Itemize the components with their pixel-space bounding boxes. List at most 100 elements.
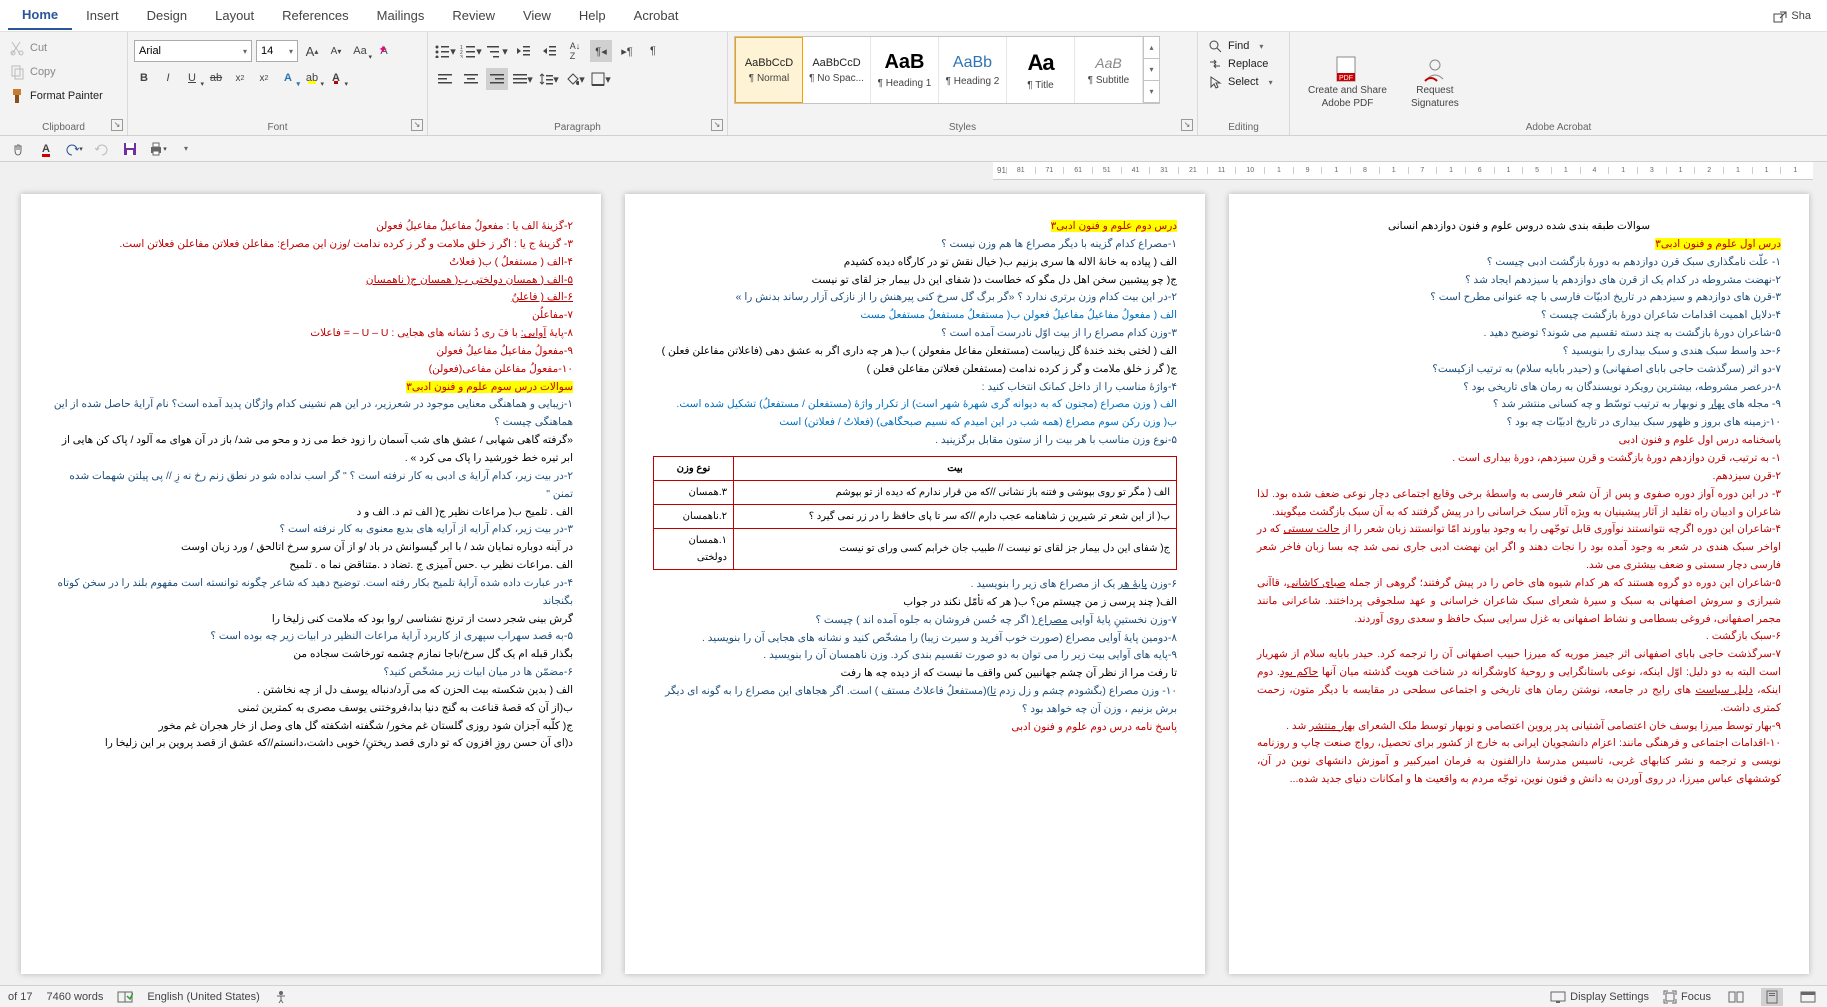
request-signatures-button[interactable]: Request Signatures xyxy=(1399,36,1471,133)
increase-indent-button[interactable] xyxy=(538,40,560,62)
language-indicator[interactable]: English (United States) xyxy=(147,991,260,1003)
decrease-indent-button[interactable] xyxy=(512,40,534,62)
qat-undo[interactable]: ▾ xyxy=(64,140,84,158)
grow-font-button[interactable]: A▴ xyxy=(302,41,322,61)
line-spacing-icon xyxy=(539,72,553,86)
numbering-button[interactable]: 123▾ xyxy=(460,40,482,62)
focus-button[interactable]: Focus xyxy=(1663,990,1711,1004)
tab-acrobat[interactable]: Acrobat xyxy=(620,2,693,29)
print-layout-button[interactable] xyxy=(1761,988,1783,1006)
format-painter-button[interactable]: Format Painter xyxy=(6,86,107,106)
svg-text:3: 3 xyxy=(460,55,463,58)
sort-button[interactable]: A↓Z xyxy=(564,40,586,62)
rtl-direction-button[interactable]: ▸¶ xyxy=(616,40,638,62)
document-page[interactable]: ۲-گزینۀ الف یا : مفعولُ مفاعیلُ مفاعیلُ … xyxy=(21,194,601,974)
copy-button[interactable]: Copy xyxy=(6,62,107,82)
horizontal-ruler[interactable]: 918171615141312111101918171615141312111 xyxy=(993,162,1813,180)
justify-button[interactable]: ▾ xyxy=(512,68,534,90)
align-right-icon xyxy=(490,73,504,85)
chevron-down-icon: ▾ xyxy=(289,47,293,56)
accessibility-indicator[interactable] xyxy=(274,990,288,1004)
qat-touch-mode[interactable] xyxy=(8,140,28,158)
styles-scroll-down[interactable]: ▾ xyxy=(1144,59,1159,81)
tab-layout[interactable]: Layout xyxy=(201,2,268,29)
cut-button[interactable]: Cut xyxy=(6,38,107,58)
qat-font-color[interactable]: A xyxy=(36,140,56,158)
accessibility-icon xyxy=(274,990,288,1004)
underline-button[interactable]: U▾ xyxy=(182,68,202,88)
shrink-font-button[interactable]: A▾ xyxy=(326,41,346,61)
qat-print-preview[interactable]: ▾ xyxy=(148,140,168,158)
show-marks-button[interactable]: ¶ xyxy=(642,40,664,62)
read-mode-button[interactable] xyxy=(1725,988,1747,1006)
multilevel-list-button[interactable]: ▾ xyxy=(486,40,508,62)
table: بیتنوع وزن الف ( مگر تو روی بپوشی و فتنه… xyxy=(653,456,1177,570)
find-button[interactable]: Find▾ xyxy=(1204,38,1283,54)
ltr-direction-button[interactable]: ¶◂ xyxy=(590,40,612,62)
document-page[interactable]: درس دوم علوم و فنون ادبی۳ ۱-مصراع کدام گ… xyxy=(625,194,1205,974)
styles-expand[interactable]: ▾ xyxy=(1144,81,1159,103)
tab-insert[interactable]: Insert xyxy=(72,2,133,29)
bullets-icon xyxy=(434,44,450,58)
page-indicator[interactable]: of 17 xyxy=(8,991,32,1003)
tab-review[interactable]: Review xyxy=(438,2,509,29)
style-title[interactable]: Aa¶ Title xyxy=(1007,37,1075,103)
tab-design[interactable]: Design xyxy=(133,2,201,29)
font-size-combo[interactable]: 14▾ xyxy=(256,40,298,62)
font-name-combo[interactable]: Arial▾ xyxy=(134,40,252,62)
italic-button[interactable]: I xyxy=(158,68,178,88)
align-center-button[interactable] xyxy=(460,68,482,90)
spellcheck-indicator[interactable] xyxy=(117,990,133,1004)
document-page[interactable]: سوالات طبقه بندی شده دروس علوم و فنون دو… xyxy=(1229,194,1809,974)
superscript-button[interactable]: x2 xyxy=(254,68,274,88)
print-layout-icon xyxy=(1765,990,1779,1004)
group-label: Styles xyxy=(728,122,1197,133)
tab-home[interactable]: Home xyxy=(8,1,72,30)
create-share-pdf-button[interactable]: PDF Create and Share Adobe PDF xyxy=(1296,36,1399,133)
word-count[interactable]: 7460 words xyxy=(46,991,103,1003)
shading-button[interactable]: ▾ xyxy=(564,68,586,90)
qat-customize[interactable]: ▾ xyxy=(176,140,196,158)
bold-button[interactable]: B xyxy=(134,68,154,88)
replace-button[interactable]: Replace xyxy=(1204,56,1283,72)
change-case-button[interactable]: Aa▾ xyxy=(350,41,370,61)
tab-help[interactable]: Help xyxy=(565,2,620,29)
save-icon xyxy=(123,142,137,156)
group-acrobat: PDF Create and Share Adobe PDF Request S… xyxy=(1290,32,1827,135)
highlight-button[interactable]: ab▾ xyxy=(302,68,322,88)
paragraph-dialog-launcher[interactable]: ↘ xyxy=(711,119,723,131)
styles-dialog-launcher[interactable]: ↘ xyxy=(1181,119,1193,131)
chevron-down-icon: ▾ xyxy=(243,47,247,56)
qat-redo[interactable] xyxy=(92,140,112,158)
tab-view[interactable]: View xyxy=(509,2,565,29)
group-label: Clipboard xyxy=(0,122,127,133)
clear-formatting-button[interactable]: A✦ xyxy=(374,41,394,61)
clipboard-dialog-launcher[interactable]: ↘ xyxy=(111,119,123,131)
style-subtitle[interactable]: AaB¶ Subtitle xyxy=(1075,37,1143,103)
style-heading2[interactable]: AaBb¶ Heading 2 xyxy=(939,37,1007,103)
style-heading1[interactable]: AaB¶ Heading 1 xyxy=(871,37,939,103)
styles-scroll-up[interactable]: ▴ xyxy=(1144,37,1159,59)
display-settings-button[interactable]: Display Settings xyxy=(1550,990,1649,1004)
style-no-spacing[interactable]: AaBbCcD¶ No Spac... xyxy=(803,37,871,103)
select-button[interactable]: Select▾ xyxy=(1204,74,1283,90)
bullets-button[interactable]: ▾ xyxy=(434,40,456,62)
align-center-icon xyxy=(464,73,478,85)
tab-mailings[interactable]: Mailings xyxy=(363,2,439,29)
text-effects-button[interactable]: A▾ xyxy=(278,68,298,88)
font-dialog-launcher[interactable]: ↘ xyxy=(411,119,423,131)
borders-button[interactable]: ▾ xyxy=(590,68,612,90)
share-button[interactable]: Sha xyxy=(1765,5,1819,27)
style-normal[interactable]: AaBbCcD¶ Normal xyxy=(735,37,803,103)
qat-save[interactable] xyxy=(120,140,140,158)
status-bar: of 17 7460 words English (United States)… xyxy=(0,985,1827,1007)
line-spacing-button[interactable]: ▾ xyxy=(538,68,560,90)
tab-references[interactable]: References xyxy=(268,2,362,29)
align-left-button[interactable] xyxy=(434,68,456,90)
subscript-button[interactable]: x2 xyxy=(230,68,250,88)
align-right-button[interactable] xyxy=(486,68,508,90)
web-layout-button[interactable] xyxy=(1797,988,1819,1006)
font-color-button[interactable]: A▾ xyxy=(326,68,346,88)
strikethrough-button[interactable]: ab xyxy=(206,68,226,88)
styles-gallery: AaBbCcD¶ Normal AaBbCcD¶ No Spac... AaB¶… xyxy=(734,36,1160,104)
